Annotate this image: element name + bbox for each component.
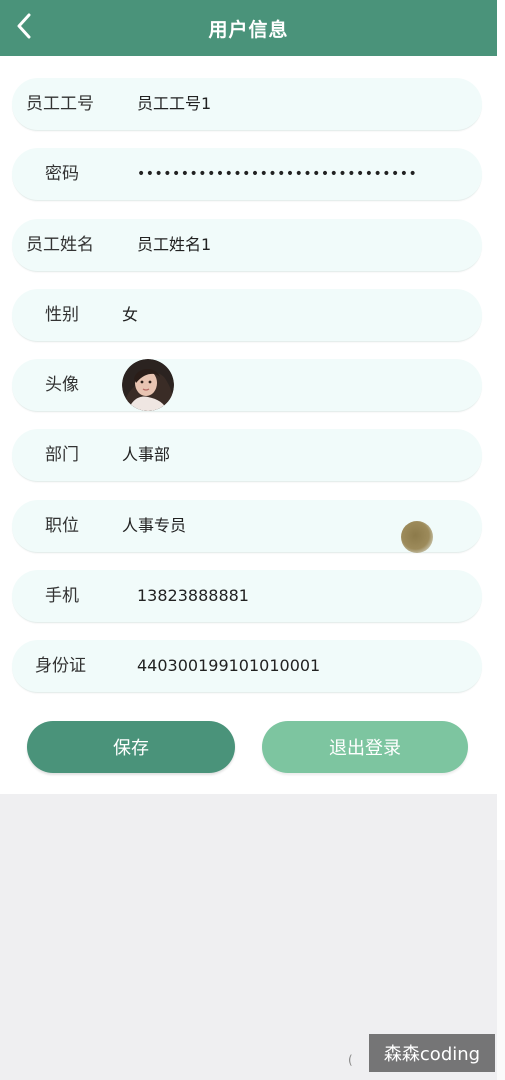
avatar-photo (122, 359, 174, 411)
password-label: 密码 (45, 164, 79, 184)
watermark: 森森coding (369, 1034, 495, 1072)
logout-button[interactable]: 退出登录 (262, 721, 468, 773)
department-label: 部门 (45, 445, 79, 465)
id-card-row: 身份证 440300199101010001 (12, 640, 482, 693)
employee-no-field[interactable]: 员工工号1 (137, 78, 211, 130)
touch-indicator (401, 521, 433, 553)
password-field[interactable]: •••••••••••••••••••••••••••••••• (137, 148, 417, 200)
phone-label: 手机 (45, 586, 79, 606)
phone-field[interactable]: 13823888881 (137, 570, 249, 622)
department-field[interactable]: 人事部 (122, 429, 170, 481)
phone-row: 手机 13823888881 (12, 570, 482, 623)
page-title: 用户信息 (208, 18, 289, 41)
gender-row: 性别 女 (12, 289, 482, 342)
employee-name-row: 员工姓名 员工姓名1 (12, 219, 482, 272)
employee-name-field[interactable]: 员工姓名1 (137, 219, 211, 271)
avatar-row: 头像 (12, 359, 482, 412)
right-edge-strip-lower (497, 860, 505, 1080)
chevron-left-icon (17, 13, 31, 39)
id-card-label: 身份证 (35, 656, 86, 676)
employee-no-label: 员工工号 (26, 94, 94, 114)
employee-no-row: 员工工号 员工工号1 (12, 78, 482, 131)
back-button[interactable] (10, 10, 38, 42)
employee-name-label: 员工姓名 (26, 235, 94, 255)
small-mark: ( (348, 1053, 353, 1067)
id-card-field[interactable]: 440300199101010001 (137, 640, 320, 692)
save-button[interactable]: 保存 (27, 721, 235, 773)
gender-label: 性别 (45, 305, 79, 325)
position-label: 职位 (45, 516, 79, 536)
app-header: 用户信息 (0, 0, 497, 56)
password-row: 密码 •••••••••••••••••••••••••••••••• (12, 148, 482, 201)
user-info-form: 员工工号 员工工号1 密码 ••••••••••••••••••••••••••… (0, 56, 497, 794)
avatar[interactable] (122, 359, 174, 411)
avatar-label: 头像 (45, 375, 79, 395)
gender-select[interactable]: 女 (122, 289, 138, 341)
right-edge-strip (497, 0, 505, 860)
position-field[interactable]: 人事专员 (122, 500, 186, 552)
department-row: 部门 人事部 (12, 429, 482, 482)
